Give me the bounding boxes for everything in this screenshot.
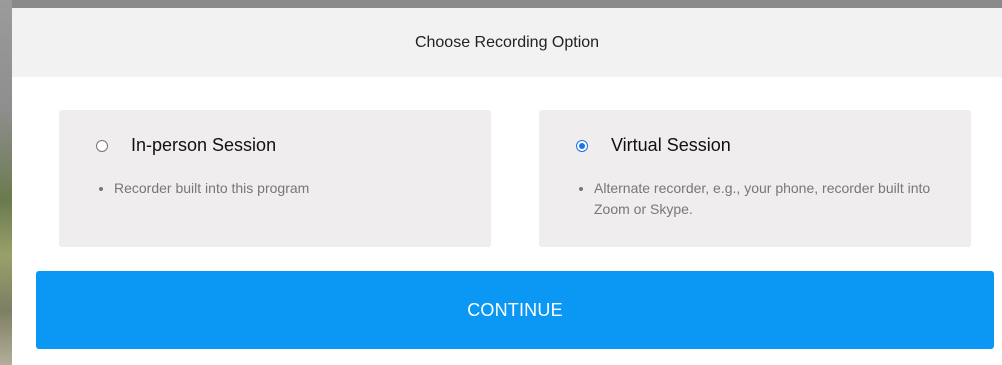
radio-in-person[interactable] (96, 139, 108, 152)
dialog-title: Choose Recording Option (414, 33, 600, 51)
option-card-in-person[interactable]: In-person Session Recorder built into th… (59, 110, 491, 247)
recording-option-dialog: Choose Recording Option In-person Sessio… (12, 8, 1002, 365)
option-description-virtual: Alternate recorder, e.g., your phone, re… (579, 178, 939, 220)
radio-virtual[interactable] (576, 139, 588, 152)
option-description-in-person: Recorder built into this program (99, 178, 459, 199)
option-virtual[interactable]: Virtual Session (576, 135, 731, 156)
option-title-virtual: Virtual Session (611, 135, 731, 155)
option-in-person[interactable]: In-person Session (96, 135, 276, 156)
list-item: Recorder built into this program (114, 178, 459, 199)
background-page-edge (0, 0, 12, 365)
dialog-header: Choose Recording Option (12, 8, 1002, 77)
list-item: Alternate recorder, e.g., your phone, re… (594, 178, 939, 220)
continue-button[interactable]: CONTINUE (36, 271, 994, 349)
option-card-virtual[interactable]: Virtual Session Alternate recorder, e.g.… (539, 110, 971, 247)
option-title-in-person: In-person Session (131, 135, 277, 155)
